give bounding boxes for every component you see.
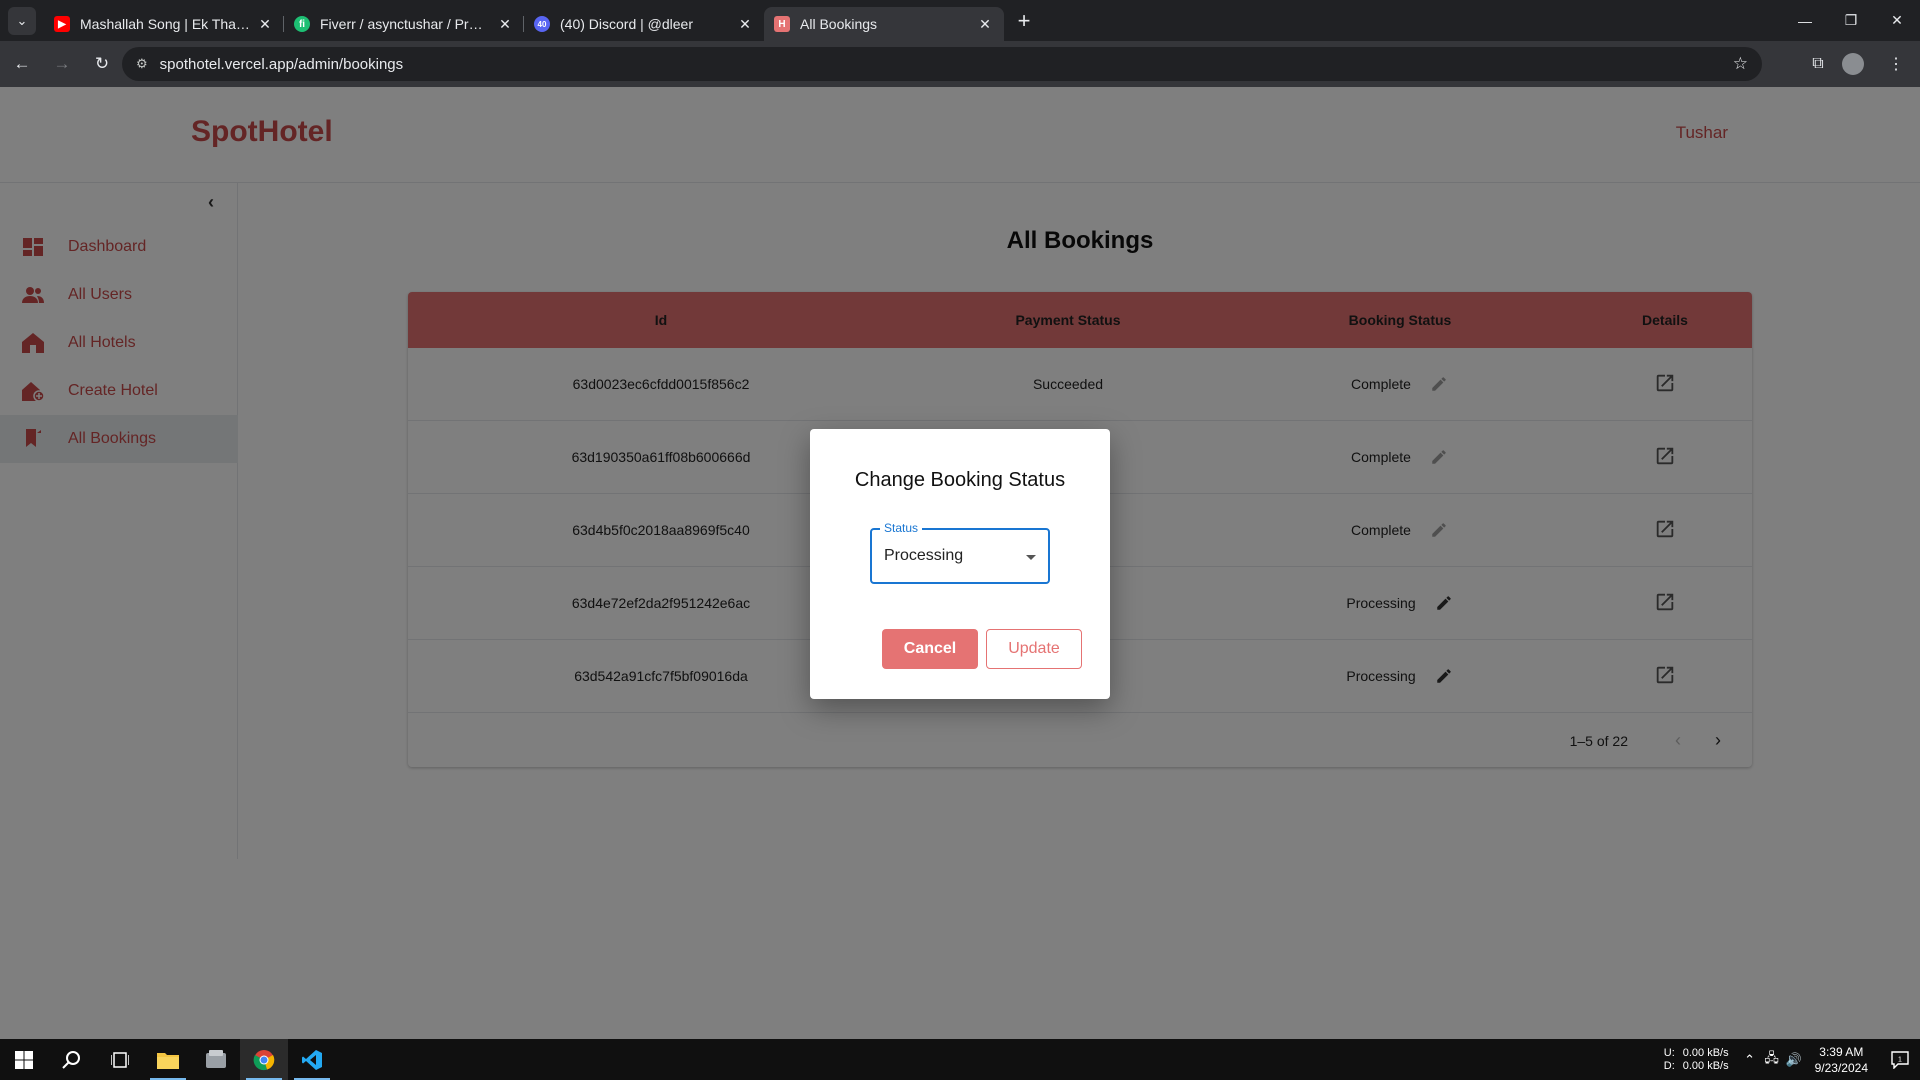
forward-icon[interactable]: → [44,46,80,82]
status-select-label: Status [880,521,923,535]
close-tab-icon[interactable]: ✕ [736,16,754,33]
site-info-icon[interactable]: ⚙ [136,56,148,72]
network-speed-labels: U: D: [1664,1047,1675,1073]
network-icon[interactable]: 🖧 [1761,1049,1783,1071]
status-select[interactable]: Status Processing [870,521,1050,584]
clock-time: 3:39 AM [1819,1044,1864,1059]
download-speed: 0.00 kB/s [1682,1059,1729,1072]
extensions-icon[interactable]: ⧉ [1800,46,1836,82]
restore-icon[interactable]: ❐ [1828,0,1874,41]
windows-start-icon[interactable] [0,1039,48,1080]
reload-icon[interactable]: ↻ [84,46,120,82]
profile-avatar[interactable] [1842,53,1864,75]
youtube-icon: ▶ [54,16,70,32]
address-bar[interactable]: ⚙ spothotel.vercel.app/admin/bookings ☆ [122,47,1762,81]
system-tray: U: D: 0.00 kB/s 0.00 kB/s ⌃ 🖧 🔊 3:39 AM … [1664,1039,1920,1080]
update-button[interactable]: Update [986,629,1082,669]
close-tab-icon[interactable]: ✕ [256,16,274,33]
cancel-button[interactable]: Cancel [882,629,978,669]
chevron-up-icon[interactable]: ⌃ [1739,1052,1761,1068]
notification-count: 1 [1898,1056,1902,1063]
volume-icon[interactable]: 🔊 [1783,1052,1805,1068]
status-select-value: Processing [884,547,964,564]
discord-icon: 40 [534,16,550,32]
minimize-icon[interactable]: — [1782,0,1828,41]
browser-toolbar: ← → ↻ ⚙ spothotel.vercel.app/admin/booki… [0,41,1920,87]
dialog-title: Change Booking Status [854,469,1066,491]
tab-title: Fiverr / asynctushar / Promoted [320,16,490,32]
url-text: spothotel.vercel.app/admin/bookings [159,55,404,73]
os-taskbar: U: D: 0.00 kB/s 0.00 kB/s ⌃ 🖧 🔊 3:39 AM … [0,1039,1920,1080]
tab-search-button[interactable]: ⌄ [8,7,36,35]
vscode-icon[interactable] [288,1039,336,1080]
system-clock[interactable]: 3:39 AM 9/23/2024 [1815,1044,1868,1076]
file-explorer-icon[interactable] [144,1039,192,1080]
app-icon[interactable] [192,1039,240,1080]
close-tab-icon[interactable]: ✕ [496,16,514,33]
notification-center-icon[interactable]: 1 [1880,1050,1920,1069]
browser-tab[interactable]: fi Fiverr / asynctushar / Promoted ✕ [284,7,524,41]
change-status-dialog: Change Booking Status Status Processing … [810,429,1110,699]
spothotel-icon: H [774,16,790,32]
download-label: D: [1663,1059,1675,1072]
tab-title: All Bookings [800,16,878,32]
browser-tabbar: ⌄ ▶ Mashallah Song | Ek Tha Tiger | ✕ fi… [0,0,1920,41]
close-window-icon[interactable]: ✕ [1874,0,1920,41]
new-tab-button[interactable]: + [1010,7,1038,35]
back-icon[interactable]: ← [4,46,40,82]
browser-tab[interactable]: 40 (40) Discord | @dleer ✕ [524,7,764,41]
browser-tab[interactable]: ▶ Mashallah Song | Ek Tha Tiger | ✕ [44,7,284,41]
clock-date: 9/23/2024 [1814,1060,1868,1075]
dropdown-arrow-icon [1026,555,1036,560]
close-tab-icon[interactable]: ✕ [976,16,994,33]
upload-label: U: [1663,1046,1675,1059]
chrome-icon[interactable] [240,1039,288,1080]
fiverr-icon: fi [294,16,310,32]
network-speed: 0.00 kB/s 0.00 kB/s [1683,1047,1729,1073]
search-icon[interactable] [48,1039,96,1080]
bookmark-star-icon[interactable]: ☆ [1733,54,1748,74]
tab-title: Mashallah Song | Ek Tha Tiger | [80,16,250,32]
task-view-icon[interactable] [96,1039,144,1080]
browser-tab-active[interactable]: H All Bookings ✕ [764,7,1004,41]
upload-speed: 0.00 kB/s [1682,1046,1729,1059]
tab-title: (40) Discord | @dleer [560,16,693,32]
menu-kebab-icon[interactable]: ⋮ [1878,46,1914,82]
